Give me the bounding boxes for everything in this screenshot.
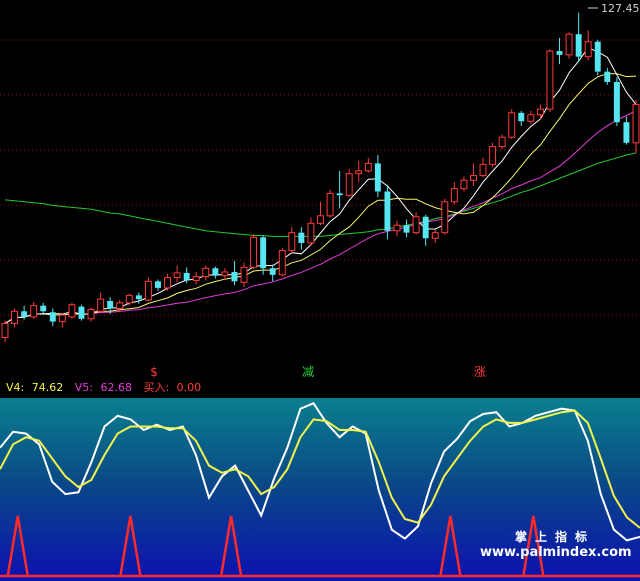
legend-v5-label: V5: — [74, 381, 97, 394]
watermark-cn: 掌上指标 — [514, 530, 595, 544]
candle-body-down — [260, 237, 267, 269]
candle-body-up — [97, 298, 105, 312]
candle-body-down — [403, 225, 410, 233]
candle-body-up — [125, 294, 133, 304]
candle-body-up — [240, 266, 248, 283]
candle-body-up — [431, 232, 439, 239]
legend-buy-label: 买入: — [143, 381, 173, 394]
candle-body-up — [498, 136, 506, 148]
candle-body-up — [250, 236, 258, 268]
candle-body-up — [68, 304, 76, 318]
candle-body-down — [613, 81, 620, 123]
candle-body-up — [450, 188, 458, 203]
candle-body-up — [546, 50, 554, 110]
candle-body-up — [393, 224, 401, 232]
candle-body-up — [536, 108, 544, 116]
candle-body-up — [345, 173, 353, 196]
candle-body-up — [364, 162, 372, 172]
legend-v5-value: 62.68 — [100, 381, 132, 394]
candle-body-up — [565, 33, 573, 56]
candle-body-down — [78, 306, 85, 319]
candle-body-down — [556, 51, 563, 55]
marker-label-0: $ — [150, 365, 158, 379]
candle-body-up — [192, 276, 200, 281]
candlestick-chart: $ 减 涨 127.45 — [0, 2, 640, 379]
candle-body-up — [307, 222, 315, 244]
candle-body-down — [21, 311, 28, 317]
candle-body-down — [374, 163, 381, 192]
candle-body-up — [30, 305, 38, 318]
candle-body-down — [384, 191, 391, 231]
candle-body-up — [441, 201, 449, 234]
candle-body-up — [144, 280, 152, 301]
candle-body-up — [460, 179, 468, 190]
watermark-url: www.palmindex.com — [480, 545, 632, 560]
candle-body-up — [11, 310, 19, 324]
marker-label-1: 减 — [302, 365, 314, 379]
candle-body-down — [231, 271, 238, 282]
candle-body-down — [575, 34, 582, 57]
candle-body-up — [87, 308, 95, 320]
candle-body-up — [221, 271, 229, 277]
candle-body-down — [298, 232, 305, 243]
candle-body-up — [317, 215, 324, 224]
high-price-label: 127.45 — [601, 2, 640, 15]
candle-body-up — [479, 163, 487, 177]
candle-body-down — [183, 272, 190, 281]
candle-body-up — [58, 314, 66, 323]
candle-body-up — [164, 277, 171, 289]
candle-body-up — [470, 175, 477, 181]
candle-body-up — [326, 192, 334, 217]
candle-body-down — [212, 268, 219, 276]
signal-markers: $ 减 涨 — [150, 364, 486, 379]
legend-v4: V4: 74.62 — [6, 381, 71, 394]
candle-body-down — [422, 216, 429, 239]
candle-body-up — [355, 170, 363, 175]
candle-body-up — [412, 216, 420, 234]
candle-body-up — [508, 112, 516, 138]
candle-body-down — [155, 281, 161, 288]
candles — [1, 12, 640, 343]
candle-body-up — [278, 249, 286, 276]
legend-v5: V5: 62.68 — [75, 381, 140, 394]
candle-body-down — [135, 295, 142, 300]
legend-buy-value: 0.00 — [176, 381, 202, 394]
candle-body-up — [288, 232, 296, 251]
legend-v4-label: V4: — [6, 381, 28, 394]
candle-body-down — [269, 268, 276, 275]
candle-body-up — [632, 103, 640, 144]
candle-body-up — [173, 272, 181, 279]
watermark: 掌上指标 www.palmindex.com — [480, 528, 632, 560]
candle-body-down — [604, 71, 611, 82]
marker-label-2: 涨 — [474, 364, 486, 379]
candle-body-up — [116, 302, 124, 309]
candle-body-down — [518, 112, 525, 122]
candle-body-down — [623, 122, 630, 143]
candle-body-down — [336, 193, 343, 196]
legend-v4-value: 74.62 — [31, 381, 64, 394]
candle-body-up — [1, 322, 9, 339]
candle-body-up — [489, 146, 497, 165]
candle-body-down — [107, 301, 114, 309]
candle-body-down — [594, 41, 601, 72]
candle-body-up — [584, 41, 592, 58]
candle-body-down — [49, 312, 56, 322]
indicator-legend: V4: 74.62 V5: 62.68 买入: 0.00 — [6, 380, 209, 396]
price-grid — [0, 39, 640, 316]
legend-buy: 买入: 0.00 — [143, 381, 205, 394]
candle-body-down — [40, 305, 47, 312]
candle-body-up — [527, 114, 535, 122]
candle-body-up — [202, 267, 210, 278]
